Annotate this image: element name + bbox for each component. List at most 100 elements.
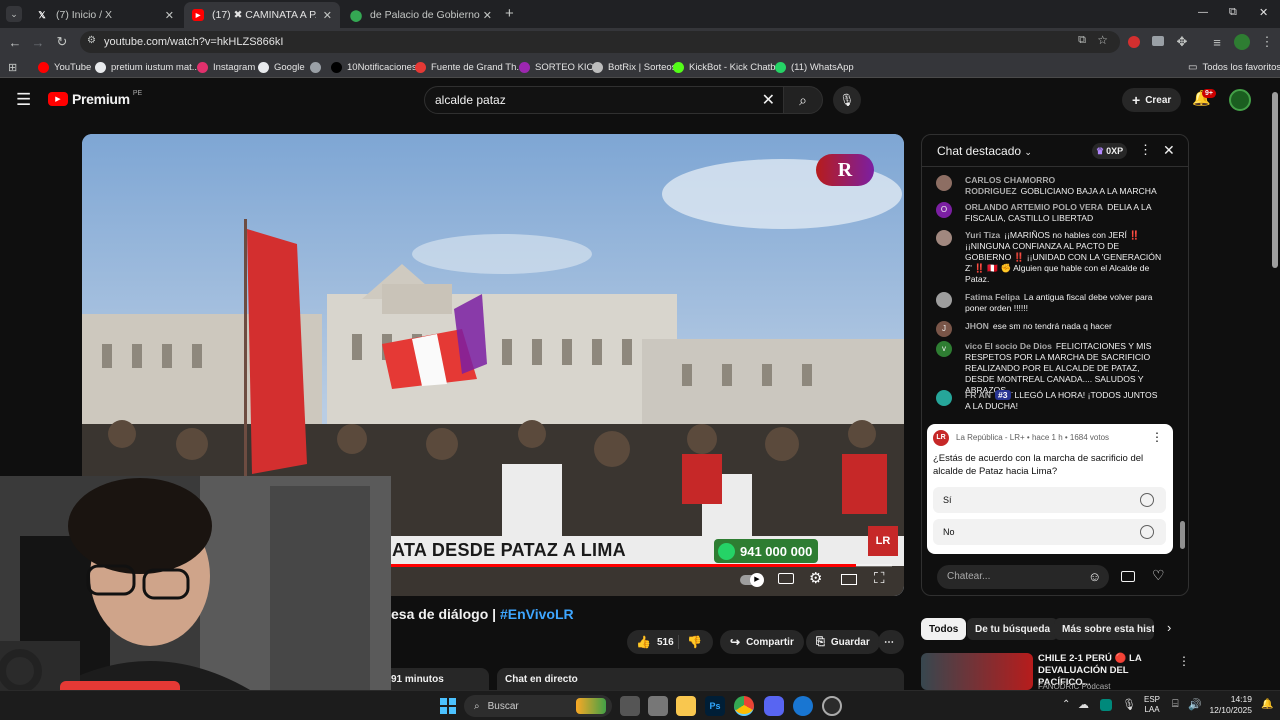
hashtag-link[interactable]: #EnVivoLR <box>500 606 574 622</box>
all-favorites-folder[interactable]: ▭ Todos los favoritos <box>1188 59 1280 75</box>
youtube-premium-logo[interactable]: ▶ Premium PE <box>48 90 142 107</box>
points-badge[interactable]: ♛ 0XP <box>1092 143 1128 159</box>
chat-mode-dropdown[interactable]: Chat destacado ⌄ <box>937 144 1032 158</box>
poll-more-icon[interactable]: ⋮ <box>1151 430 1163 444</box>
bookmark-star-icon[interactable]: ☆ <box>1097 33 1108 47</box>
extension-red-icon[interactable] <box>1128 36 1140 48</box>
bookmark-item[interactable]: SORTEO KICK <box>519 59 600 75</box>
profile-avatar[interactable] <box>1234 34 1250 50</box>
network-icon[interactable]: ⌸ <box>1172 698 1179 711</box>
progress-bar[interactable] <box>382 564 892 567</box>
site-info-icon[interactable]: ⚙ <box>87 35 96 46</box>
tray-app-icon[interactable] <box>1100 699 1112 711</box>
poll-option-yes[interactable]: Sí <box>933 487 1166 513</box>
tab-maps-palacio[interactable]: ⬤ de Palacio de Gobierno de la Re ✕ <box>342 2 500 28</box>
avatar[interactable]: O <box>936 202 952 218</box>
account-avatar[interactable] <box>1229 89 1251 111</box>
close-icon[interactable]: ✕ <box>483 9 492 22</box>
description-box[interactable]: 91 minutos <box>391 668 489 690</box>
address-bar[interactable]: ⚙ youtube.com/watch?v=hkHLZS866kI ⧉ ☆ <box>80 31 1120 53</box>
notification-center-icon[interactable]: 🔔 <box>1261 699 1273 710</box>
chip-mas-sobre[interactable]: Más sobre esta histo <box>1054 618 1154 640</box>
back-icon[interactable]: ← <box>6 33 24 51</box>
bookmark-item[interactable]: BotRix | Sorteos <box>592 59 676 75</box>
clear-search-icon[interactable]: ✕ <box>762 90 775 110</box>
bookmark-item[interactable]: KickBot - Kick Chatb... <box>673 59 784 75</box>
bookmark-item[interactable]: Instagram <box>197 59 255 75</box>
super-chat-icon[interactable] <box>1121 571 1135 582</box>
scroll-thumb[interactable] <box>1180 521 1185 549</box>
browser-app-icon[interactable] <box>793 696 813 716</box>
close-icon[interactable]: ✕ <box>165 9 174 22</box>
theater-mode-icon[interactable] <box>841 574 857 585</box>
extension-icon[interactable] <box>1152 36 1164 46</box>
chat-more-icon[interactable]: ⋮ <box>1139 142 1152 158</box>
chat-input[interactable]: Chatear... <box>937 565 1109 589</box>
reload-icon[interactable]: ↻ <box>53 33 71 51</box>
task-view-icon[interactable] <box>620 696 640 716</box>
bookmark-item[interactable]: pretium iustum mat... <box>95 59 200 75</box>
chevron-right-icon[interactable]: › <box>1167 620 1171 635</box>
discord-icon[interactable] <box>764 696 784 716</box>
clock[interactable]: 14:19 12/10/2025 <box>1206 694 1252 716</box>
close-icon[interactable]: ✕ <box>323 9 332 22</box>
related-video-thumbnail[interactable] <box>921 653 1033 690</box>
fullscreen-icon[interactable]: ⛶ <box>874 570 885 587</box>
bookmark-item[interactable]: YouTube <box>38 59 91 75</box>
volume-icon[interactable]: 🔊 <box>1188 698 1202 711</box>
tab-search-button[interactable]: ⌄ <box>6 6 22 22</box>
avatar[interactable] <box>936 292 952 308</box>
forward-icon[interactable]: → <box>29 33 47 51</box>
photoshop-icon[interactable]: Ps <box>705 696 725 716</box>
onedrive-icon[interactable]: ☁ <box>1078 698 1089 711</box>
chip-de-tu-busqueda[interactable]: De tu búsqueda <box>967 618 1059 640</box>
bookmark-item[interactable]: Fuente de Grand Th... <box>415 59 524 75</box>
live-chat-replay-box[interactable]: Chat en directo <box>497 668 904 690</box>
emoji-icon[interactable]: ☺ <box>1088 569 1101 584</box>
bookmark-item[interactable]: 10Notificaciones <box>331 59 417 75</box>
media-control-icon[interactable]: ≡ <box>1208 33 1226 51</box>
like-button[interactable]: 👍 516 <box>627 635 679 649</box>
language-indicator[interactable]: ESP LAA <box>1144 695 1160 715</box>
apps-grid-icon[interactable]: ⊞ <box>8 59 17 75</box>
menu-dots-icon[interactable]: ⋮ <box>1258 33 1276 51</box>
search-input[interactable]: alcalde pataz ✕ <box>424 86 784 114</box>
tray-mic-icon[interactable]: 🎙 <box>1122 698 1136 711</box>
page-scrollbar[interactable] <box>1270 80 1280 690</box>
avatar[interactable] <box>936 175 952 191</box>
avatar[interactable] <box>936 390 952 406</box>
obs-icon[interactable] <box>822 696 842 716</box>
avatar[interactable] <box>936 230 952 246</box>
tab-x-inicio[interactable]: 𝕏 (7) Inicio / X ✕ <box>28 2 182 28</box>
more-actions-button[interactable]: ⋯ <box>878 630 904 654</box>
taskbar-search[interactable]: ⌕ Buscar <box>464 695 612 717</box>
taskbar-app-icon[interactable] <box>648 696 668 716</box>
extensions-puzzle-icon[interactable]: ✥ <box>1173 33 1191 51</box>
subtitles-icon[interactable] <box>778 573 794 584</box>
create-button[interactable]: + Crear <box>1122 88 1182 112</box>
voice-search-button[interactable]: 🎙 <box>833 86 861 114</box>
install-icon[interactable]: ⧉ <box>1078 34 1086 47</box>
save-button[interactable]: ⎘ Guardar <box>806 630 880 654</box>
poll-option-no[interactable]: No <box>933 519 1166 545</box>
avatar[interactable]: v <box>936 341 952 357</box>
chat-scrollbar[interactable] <box>1180 171 1185 551</box>
restore-button[interactable]: ⧉ <box>1229 6 1237 19</box>
autoplay-toggle[interactable]: ▶ <box>740 573 764 587</box>
chip-todos[interactable]: Todos <box>921 618 967 640</box>
scroll-thumb[interactable] <box>1272 92 1278 268</box>
windows-start-icon[interactable] <box>440 698 456 714</box>
share-button[interactable]: ↪ Compartir <box>720 630 804 654</box>
bookmark-item[interactable]: Google <box>258 59 305 75</box>
dislike-button[interactable]: 👎 <box>679 635 702 649</box>
hamburger-menu-icon[interactable]: ☰ <box>16 90 31 110</box>
close-chat-icon[interactable]: ✕ <box>1163 142 1175 159</box>
bookmark-item[interactable] <box>310 59 326 75</box>
chrome-icon[interactable] <box>734 696 754 716</box>
close-window-button[interactable]: ✕ <box>1259 6 1268 19</box>
bookmark-item[interactable]: (11) WhatsApp <box>775 59 854 75</box>
search-button[interactable]: ⌕ <box>783 86 823 114</box>
new-tab-button[interactable]: + <box>505 5 514 22</box>
system-tray-chevron-icon[interactable]: ⌃ <box>1062 699 1070 710</box>
avatar[interactable]: J <box>936 321 952 337</box>
